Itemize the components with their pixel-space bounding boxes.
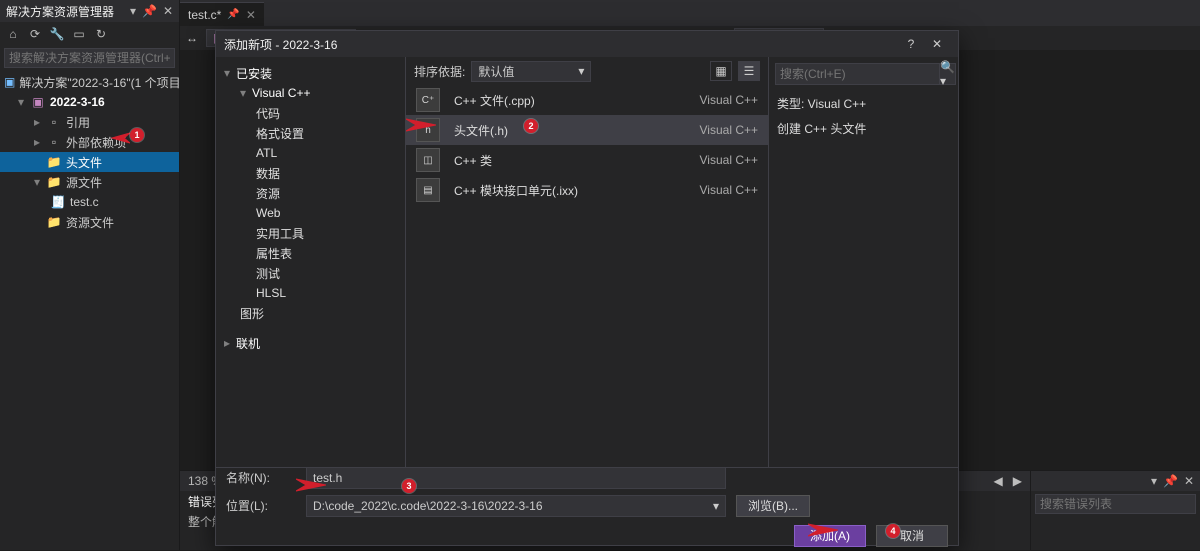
- dropdown-icon[interactable]: ▾: [130, 4, 136, 18]
- errorlist-search-input[interactable]: [1035, 494, 1196, 514]
- name-label: 名称(N):: [226, 469, 296, 486]
- panel-title-bar: 解决方案资源管理器 ▾ 📌 ✕: [0, 0, 179, 22]
- source-file-node[interactable]: 🧾 test.c: [0, 192, 179, 212]
- location-label: 位置(L):: [226, 497, 296, 514]
- panel-toolbar: ⌂ ⟳ 🔧 ▭ ↻: [0, 22, 179, 46]
- pin-icon[interactable]: 📌: [142, 4, 157, 18]
- template-cpp-file[interactable]: C⁺ C++ 文件(.cpp) Visual C++: [406, 85, 768, 115]
- solution-node[interactable]: ▣ 解决方案"2022-3-16"(1 个项目/共: [0, 72, 179, 92]
- template-description: 创建 C++ 头文件: [769, 116, 958, 141]
- dialog-titlebar[interactable]: 添加新项 - 2022-3-16 ? ✕: [216, 31, 958, 57]
- sync-icon[interactable]: ⟳: [26, 25, 44, 43]
- tab-strip: test.c* 📌 ✕: [180, 0, 1200, 26]
- template-toolbar: 排序依据: 默认值 ▾ ▦ ☰: [406, 57, 768, 85]
- template-category-nav: ▾已安装 ▾Visual C++ 代码 格式设置 ATL 数据 资源 Web 实…: [216, 57, 406, 467]
- annotation-arrow-4: [808, 522, 838, 538]
- annotation-badge-1: 1: [130, 128, 144, 142]
- sources-folder-node[interactable]: ▾ 📁 源文件: [0, 172, 179, 192]
- tab-close-icon[interactable]: ✕: [246, 8, 256, 22]
- nav-item[interactable]: Web: [216, 203, 405, 223]
- location-combo[interactable]: D:\code_2022\c.code\2022-3-16\2022-3-16 …: [306, 495, 726, 517]
- references-node[interactable]: ▸ ▫ 引用: [0, 112, 179, 132]
- pin-icon[interactable]: 📌: [1163, 474, 1178, 488]
- resources-folder-node[interactable]: 📁 资源文件: [0, 212, 179, 232]
- chevron-down-icon: ▾: [578, 64, 584, 78]
- close-icon[interactable]: ✕: [163, 4, 173, 18]
- close-icon[interactable]: ✕: [1184, 474, 1194, 488]
- template-list: C⁺ C++ 文件(.cpp) Visual C++ h 头文件(.h) Vis…: [406, 85, 768, 467]
- errorlist-side-panel: ▾ 📌 ✕: [1030, 471, 1200, 550]
- nav-item[interactable]: 代码: [216, 103, 405, 123]
- template-cpp-class[interactable]: ◫ C++ 类 Visual C++: [406, 145, 768, 175]
- nav-item[interactable]: ATL: [216, 143, 405, 163]
- refresh-icon[interactable]: ↻: [92, 25, 110, 43]
- solution-tree: ▣ 解决方案"2022-3-16"(1 个项目/共 ▾ ▣ 2022-3-16 …: [0, 70, 179, 234]
- solution-explorer-panel: 解决方案资源管理器 ▾ 📌 ✕ ⌂ ⟳ 🔧 ▭ ↻ ▣ 解决: [0, 0, 180, 550]
- dialog-footer: 名称(N): 位置(L): D:\code_2022\c.code\2022-3…: [216, 467, 958, 545]
- filename-input[interactable]: [306, 467, 726, 489]
- solution-icon: ▣: [4, 74, 15, 90]
- folder-icon: 📁: [46, 174, 62, 190]
- template-module-unit[interactable]: ▤ C++ 模块接口单元(.ixx) Visual C++: [406, 175, 768, 205]
- module-icon: ▤: [416, 178, 440, 202]
- dropdown-icon[interactable]: ▾: [1151, 474, 1157, 488]
- browse-button[interactable]: 浏览(B)...: [736, 495, 810, 517]
- chevron-down-icon: ▾: [713, 499, 719, 513]
- external-deps-node[interactable]: ▸ ▫ 外部依赖项: [0, 132, 179, 152]
- solution-search-input[interactable]: [4, 48, 175, 68]
- nav-online[interactable]: ▸联机: [216, 333, 405, 353]
- nav-item[interactable]: 图形: [216, 303, 405, 323]
- annotation-arrow-3: [296, 477, 326, 493]
- nav-item[interactable]: HLSL: [216, 283, 405, 303]
- sort-label: 排序依据:: [414, 63, 465, 80]
- project-icon: ▣: [30, 94, 46, 110]
- dialog-title: 添加新项 - 2022-3-16: [224, 36, 337, 53]
- nav-item[interactable]: 实用工具: [216, 223, 405, 243]
- show-all-icon[interactable]: ▭: [70, 25, 88, 43]
- nav-next-icon[interactable]: ▶: [1013, 474, 1022, 488]
- template-search-input[interactable]: [775, 63, 940, 85]
- nav-item[interactable]: 测试: [216, 263, 405, 283]
- nav-prev-icon[interactable]: ◀: [993, 474, 1002, 488]
- annotation-arrow-2: [406, 116, 436, 134]
- cpp-file-icon: C⁺: [416, 88, 440, 112]
- editor-tab-test-c[interactable]: test.c* 📌 ✕: [180, 2, 264, 26]
- nav-installed[interactable]: ▾已安装: [216, 63, 405, 83]
- folder-icon: 📁: [46, 214, 62, 230]
- template-type-label: 类型: Visual C++: [769, 91, 958, 116]
- nav-visual-cpp[interactable]: ▾Visual C++: [216, 83, 405, 103]
- annotation-badge-4: 4: [886, 524, 900, 538]
- external-icon: ▫: [46, 134, 62, 150]
- tab-pin-icon[interactable]: 📌: [227, 9, 239, 20]
- references-icon: ▫: [46, 114, 62, 130]
- folder-icon: 📁: [46, 154, 62, 170]
- c-file-icon: 🧾: [50, 194, 66, 210]
- nav-back-icon[interactable]: ↔: [186, 31, 198, 45]
- project-node[interactable]: ▾ ▣ 2022-3-16: [0, 92, 179, 112]
- annotation-arrow-1: [106, 130, 130, 144]
- view-tiles-icon[interactable]: ▦: [710, 61, 732, 81]
- template-header-file[interactable]: h 头文件(.h) Visual C++: [406, 115, 768, 145]
- headers-folder-node[interactable]: 📁 头文件: [0, 152, 179, 172]
- home-icon[interactable]: ⌂: [4, 25, 22, 43]
- template-info-panel: 🔍▾ 类型: Visual C++ 创建 C++ 头文件: [768, 57, 958, 467]
- sort-combo[interactable]: 默认值 ▾: [471, 61, 591, 82]
- annotation-badge-3: 3: [402, 479, 416, 493]
- panel-title: 解决方案资源管理器: [6, 3, 114, 20]
- annotation-badge-2: 2: [524, 119, 538, 133]
- properties-icon[interactable]: 🔧: [48, 25, 66, 43]
- view-list-icon[interactable]: ☰: [738, 61, 760, 81]
- help-button[interactable]: ?: [898, 33, 924, 55]
- add-new-item-dialog: 添加新项 - 2022-3-16 ? ✕ ▾已安装 ▾Visual C++ 代码…: [215, 30, 959, 546]
- nav-item[interactable]: 数据: [216, 163, 405, 183]
- nav-item[interactable]: 格式设置: [216, 123, 405, 143]
- cpp-class-icon: ◫: [416, 148, 440, 172]
- nav-item[interactable]: 资源: [216, 183, 405, 203]
- nav-item[interactable]: 属性表: [216, 243, 405, 263]
- dialog-close-icon[interactable]: ✕: [924, 33, 950, 55]
- search-icon[interactable]: 🔍▾: [940, 63, 956, 85]
